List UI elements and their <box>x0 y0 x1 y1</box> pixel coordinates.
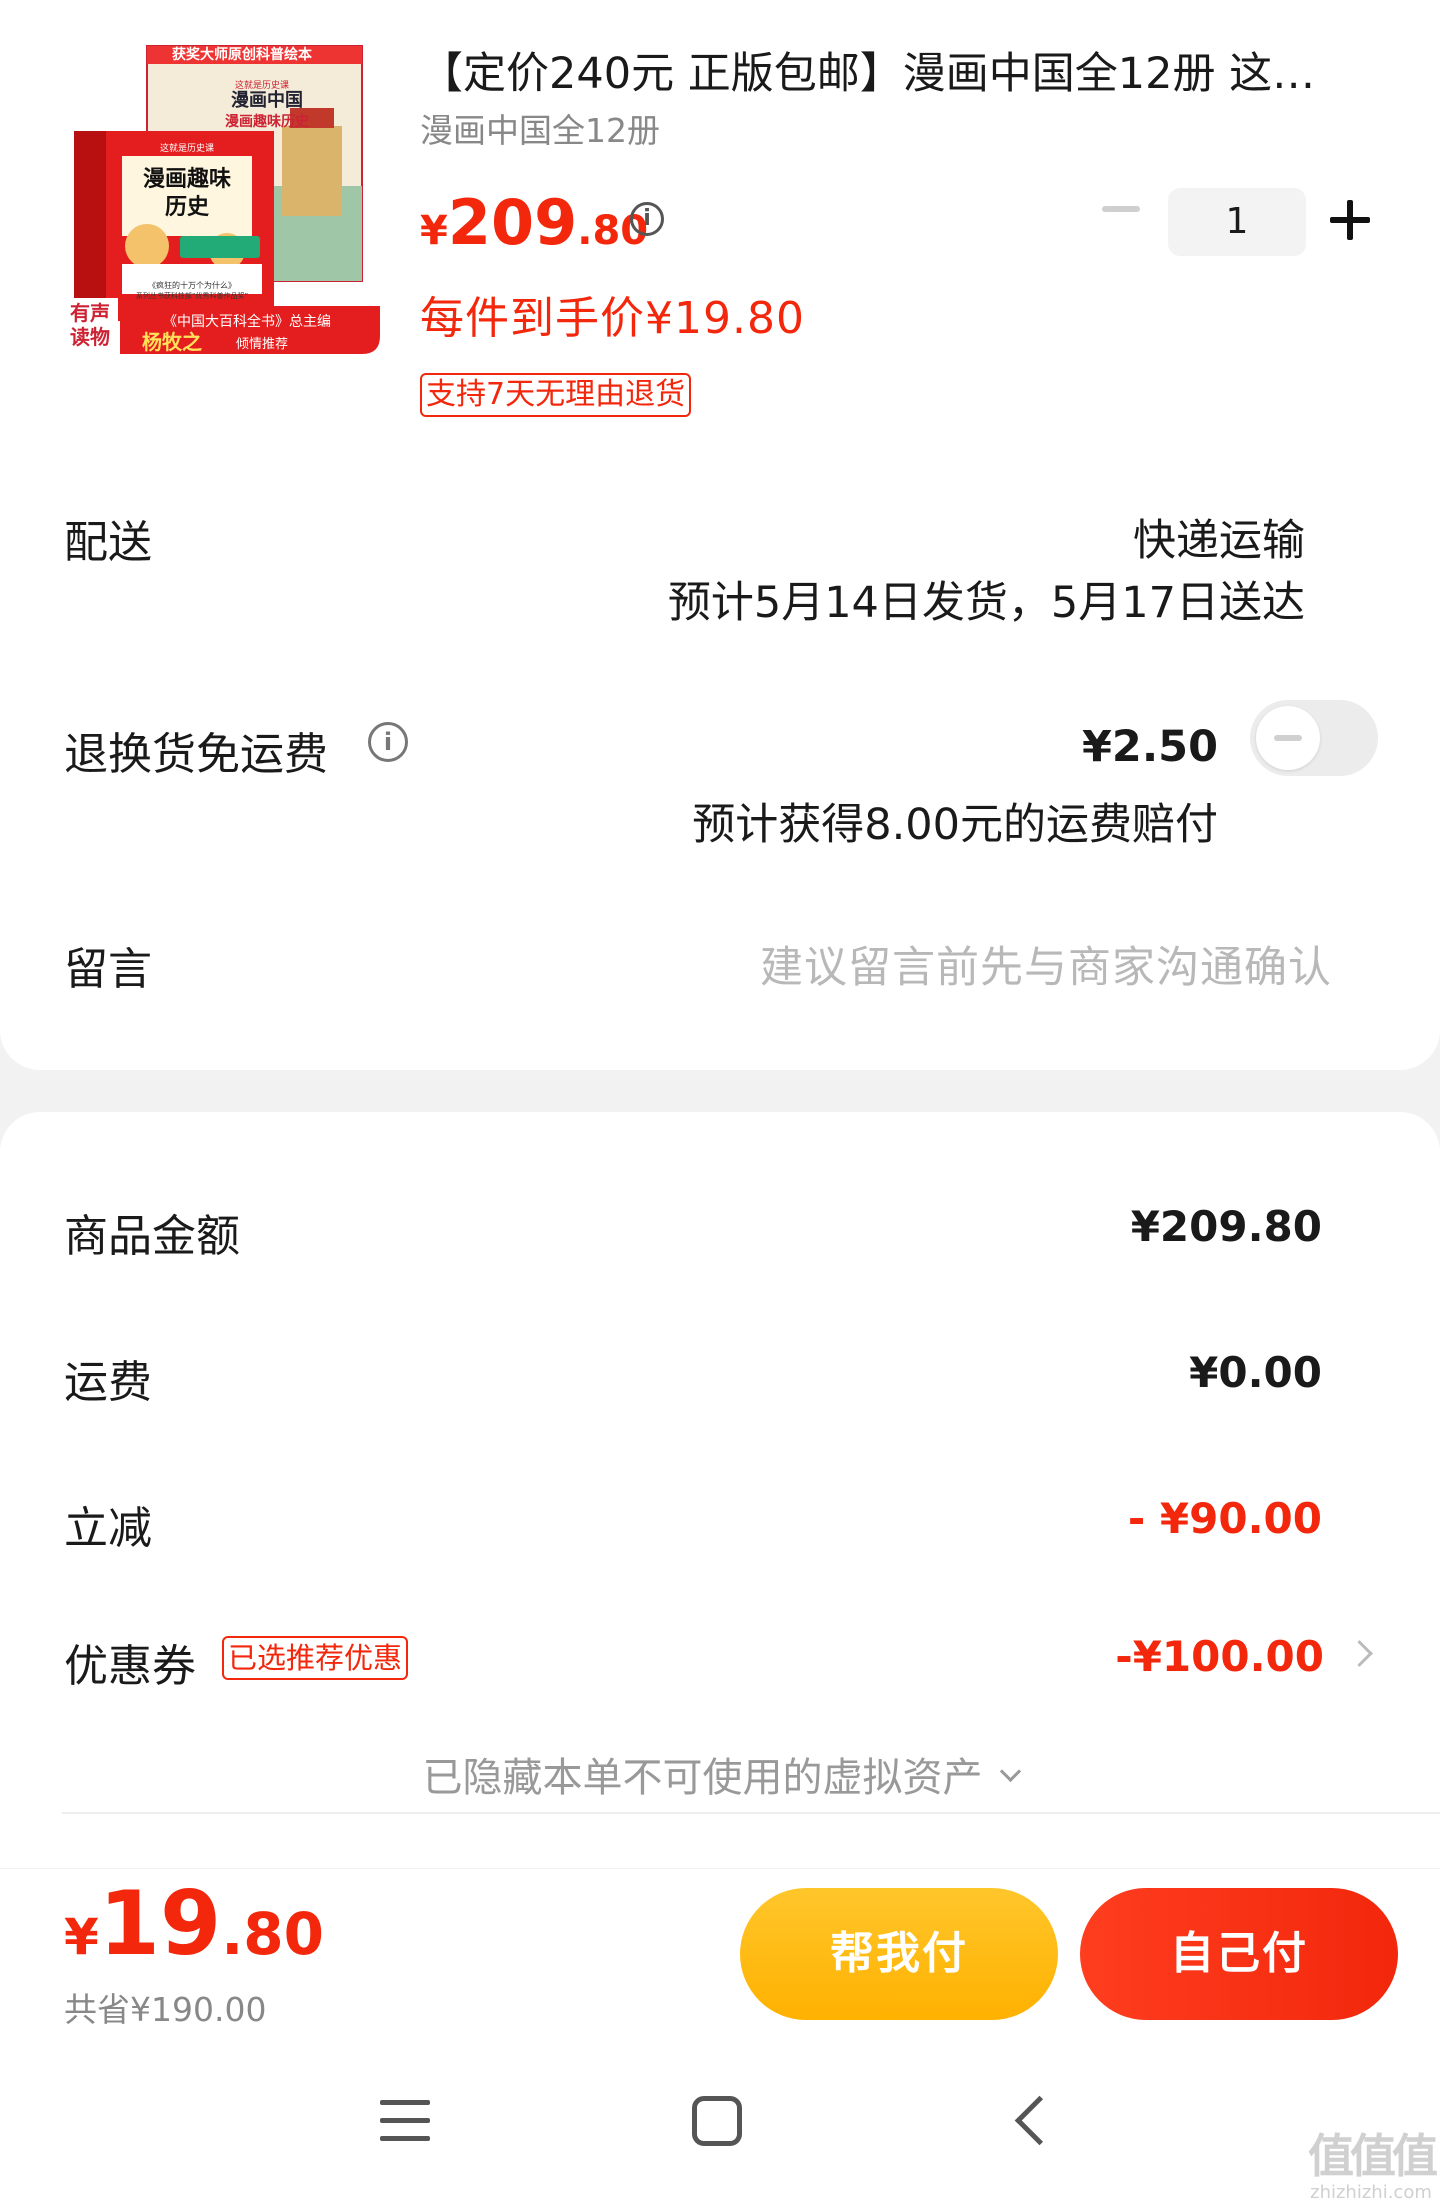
image-back-subtitle: 漫画趣味历史 <box>225 113 310 130</box>
delivery-method[interactable]: 快递运输 <box>1133 506 1305 568</box>
image-blurb-2: 系列丛书获科技部“优秀科普作品奖” <box>136 291 248 300</box>
shipping-fee-value: ¥0.00 <box>1189 1348 1322 1397</box>
total-symbol: ¥ <box>64 1908 99 1966</box>
price-symbol: ¥ <box>420 208 448 254</box>
instant-discount-label: 立减 <box>64 1503 152 1554</box>
product-sku[interactable]: 漫画中国全12册 <box>420 104 660 152</box>
image-front-title: 漫画趣味 <box>143 166 231 192</box>
saved-amount: 共省¥190.00 <box>64 1990 267 2029</box>
watermark-url: zhizhizhi.com <box>1310 2182 1432 2203</box>
delivery-eta: 预计5月14日发货，5月17日送达 <box>667 578 1305 628</box>
watermark: 值值值 zhizhizhi.com <box>1308 2120 1438 2203</box>
image-editor-name: 杨牧之 <box>142 330 202 354</box>
chevron-down-icon <box>999 1760 1021 1783</box>
image-back-title: 漫画中国 <box>231 89 303 111</box>
total-integer: 19 <box>98 1872 222 1975</box>
refund-shipping-price: ¥2.50 <box>1081 722 1218 772</box>
quantity-decrease-button[interactable] <box>1102 206 1140 212</box>
instant-discount-value: - ¥90.00 <box>1127 1494 1322 1543</box>
refund-shipping-label: 退换货免运费 <box>64 729 328 780</box>
total-decimal: .80 <box>221 1900 325 1968</box>
image-audio-badge-2: 读物 <box>70 325 110 349</box>
goods-amount-value: ¥209.80 <box>1130 1202 1322 1251</box>
image-banner-text: 获奖大师原创科普绘本 <box>172 46 313 63</box>
hidden-assets-toggle[interactable]: 已隐藏本单不可使用的虚拟资产 <box>0 1745 1440 1803</box>
product-title[interactable]: 【定价240元 正版包邮】漫画中国全12册 这… <box>420 44 1370 104</box>
image-front-series: 这就是历史课 <box>160 142 214 154</box>
price-info-icon[interactable]: i <box>630 202 664 236</box>
message-label: 留言 <box>64 944 152 995</box>
scroll-peek-text <box>1052 1846 1132 1854</box>
price-integer: 209 <box>447 186 578 259</box>
refund-shipping-note: 预计获得8.00元的运费赔付 <box>692 800 1218 850</box>
message-input[interactable]: 建议留言前先与商家沟通确认 <box>760 933 1332 995</box>
image-blurb-1: 《疯狂的十万个为什么》 <box>148 280 236 290</box>
image-editor-tail: 倾情推荐 <box>236 337 288 352</box>
total-price: ¥19.80 <box>64 1872 324 1975</box>
shipping-fee-label: 运费 <box>64 1357 152 1408</box>
toggle-knob <box>1256 706 1320 770</box>
product-image[interactable]: 获奖大师原创科普绘本 这就是历史课 漫画中国 漫画趣味历史 这就是历史课 漫画趣… <box>62 36 382 358</box>
watermark-logo: 值值值 <box>1308 2129 1438 2183</box>
product-price: ¥209.80 <box>420 186 648 259</box>
unit-price-label: 每件到手价¥19.80 <box>420 293 805 344</box>
quantity-input[interactable]: 1 <box>1168 188 1306 256</box>
coupon-badge: 已选推荐优惠 <box>222 1636 409 1680</box>
help-me-pay-button[interactable]: 帮我付 <box>740 1888 1058 2020</box>
quantity-increase-button[interactable] <box>1330 200 1370 240</box>
goods-amount-label: 商品金额 <box>64 1211 240 1262</box>
pay-myself-button[interactable]: 自己付 <box>1080 1888 1398 2020</box>
hidden-assets-label: 已隐藏本单不可使用的虚拟资产 <box>422 1755 983 1801</box>
image-editor-line: 《中国大百科全书》总主编 <box>163 313 331 330</box>
coupon-label: 优惠券 <box>64 1641 196 1692</box>
image-audio-badge-1: 有声 <box>70 301 110 325</box>
delivery-label: 配送 <box>64 517 152 568</box>
recent-apps-icon[interactable] <box>380 2096 430 2146</box>
coupon-value[interactable]: -¥100.00 <box>1115 1632 1324 1681</box>
divider <box>62 1812 1440 1814</box>
refund-shipping-toggle[interactable] <box>1250 700 1378 776</box>
image-front-title2: 历史 <box>165 195 210 220</box>
home-icon[interactable] <box>692 2096 742 2146</box>
return-policy-badge: 支持7天无理由退货 <box>420 373 692 417</box>
refund-shipping-info-icon[interactable]: i <box>368 722 408 762</box>
